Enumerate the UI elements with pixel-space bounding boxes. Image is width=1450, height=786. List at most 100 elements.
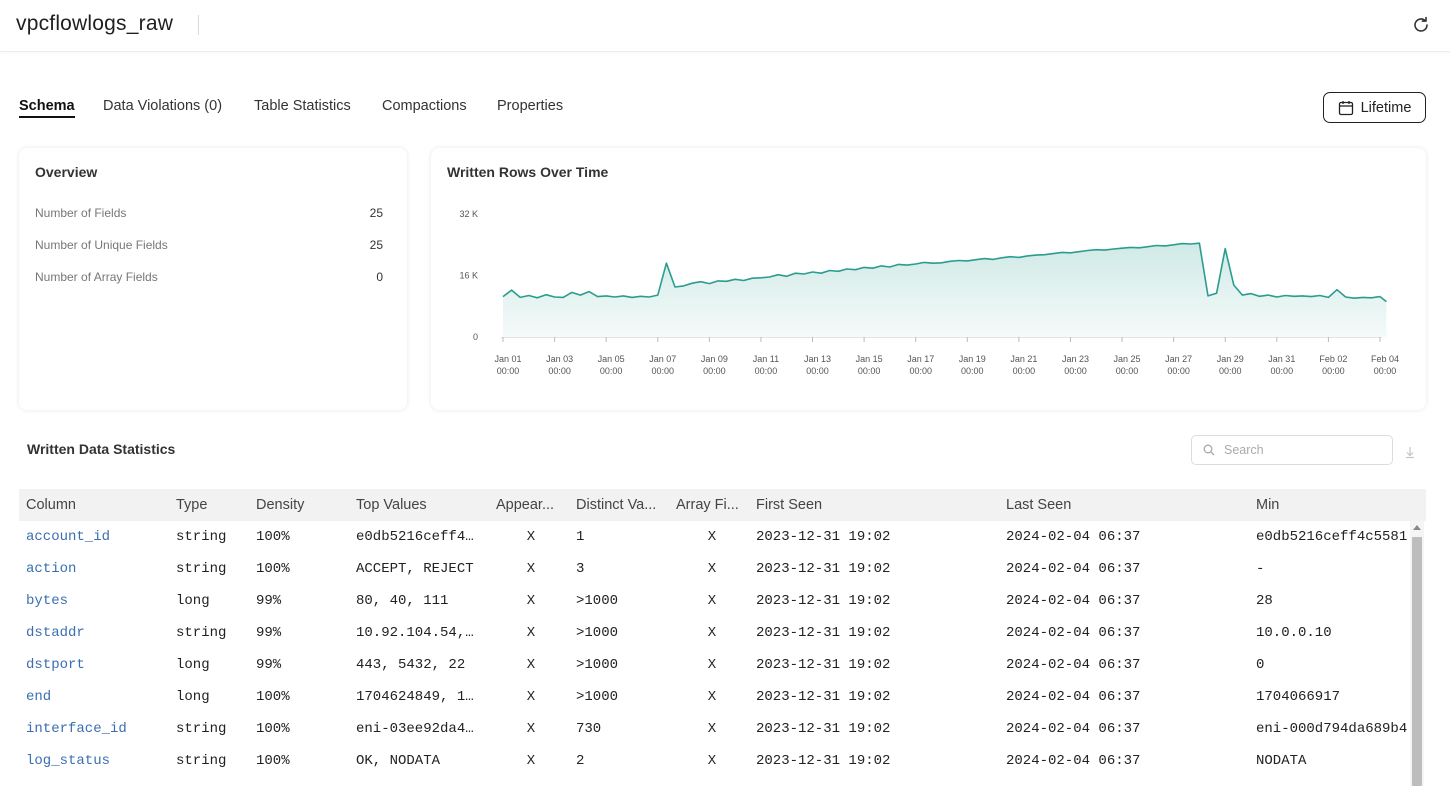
- top-values-cell: OK, NODATA: [356, 753, 441, 769]
- distinct-values-cell: >1000: [576, 657, 619, 673]
- column-name-link[interactable]: action: [26, 561, 166, 577]
- table-row: action string 100% ACCEPT, REJECT X 3 X 2023-12…: [19, 553, 1409, 585]
- x-tick-label: Jan 09: [701, 354, 728, 364]
- last-seen-cell: 2024-02-04 06:37: [1006, 657, 1141, 673]
- distinct-values-cell: >1000: [576, 689, 619, 705]
- x-tick-time-label: 00:00: [909, 366, 932, 376]
- first-seen-cell: 2023-12-31 19:02: [756, 625, 891, 641]
- overview-title: Overview: [35, 164, 98, 180]
- table-row: bytes long 99% 80, 40, 111 X >1000 X 2023-12-31…: [19, 585, 1409, 617]
- density-cell: 99%: [256, 657, 282, 673]
- column-name-link[interactable]: bytes: [26, 593, 166, 609]
- x-tick-time-label: 00:00: [806, 366, 829, 376]
- column-name-link[interactable]: dstaddr: [26, 625, 166, 641]
- y-tick-label: 32 K: [459, 209, 478, 219]
- column-header[interactable]: Distinct Va...: [576, 497, 666, 513]
- series-area: [503, 243, 1387, 337]
- title-divider: [198, 15, 199, 35]
- tab-data-violations[interactable]: Data Violations (0): [103, 98, 222, 114]
- first-seen-cell: 2023-12-31 19:02: [756, 561, 891, 577]
- y-tick-label: 16 K: [459, 271, 478, 281]
- appearance-cell: X: [526, 625, 536, 641]
- x-tick-label: Jan 29: [1217, 354, 1244, 364]
- column-header[interactable]: Type: [176, 497, 246, 513]
- overview-row: Number of Array Fields 0: [35, 270, 383, 284]
- search-icon: [1203, 444, 1215, 456]
- column-name-link[interactable]: account_id: [26, 529, 166, 545]
- last-seen-cell: 2024-02-04 06:37: [1006, 689, 1141, 705]
- x-tick-label: Jan 07: [649, 354, 676, 364]
- array-field-cell: X: [707, 753, 717, 769]
- search-input[interactable]: [1224, 441, 1384, 459]
- stats-title: Written Data Statistics: [27, 441, 176, 457]
- type-cell: string: [176, 625, 227, 641]
- overview-row-value: 25: [369, 206, 383, 220]
- appearance-cell: X: [526, 753, 536, 769]
- column-header[interactable]: Array Fi...: [676, 497, 748, 513]
- x-tick-label: Jan 19: [959, 354, 986, 364]
- appearance-cell: X: [526, 561, 536, 577]
- overview-row: Number of Fields 25: [35, 206, 383, 220]
- time-range-button[interactable]: Lifetime: [1323, 92, 1426, 123]
- x-tick-label: Jan 05: [598, 354, 625, 364]
- column-header[interactable]: Top Values: [356, 497, 486, 513]
- x-tick-label: Jan 01: [494, 354, 521, 364]
- calendar-icon: [1338, 100, 1353, 115]
- column-header[interactable]: Column: [26, 497, 166, 513]
- x-tick-label: Jan 31: [1268, 354, 1295, 364]
- column-name-link[interactable]: log_status: [26, 753, 166, 769]
- x-tick-label: Jan 25: [1114, 354, 1141, 364]
- x-tick-time-label: 00:00: [755, 366, 778, 376]
- stats-table: Column Type Density Top Values Appear...…: [19, 489, 1426, 786]
- last-seen-cell: 2024-02-04 06:37: [1006, 625, 1141, 641]
- column-header[interactable]: Last Seen: [1006, 497, 1236, 513]
- distinct-values-cell: 730: [576, 721, 602, 737]
- overview-card: Overview Number of Fields 25 Number of U…: [19, 148, 407, 410]
- array-field-cell: X: [707, 593, 717, 609]
- scroll-up-icon[interactable]: [1413, 525, 1421, 530]
- min-cell: -: [1256, 561, 1265, 577]
- download-icon[interactable]: [1403, 443, 1417, 459]
- x-tick-label: Jan 13: [804, 354, 831, 364]
- last-seen-cell: 2024-02-04 06:37: [1006, 529, 1141, 545]
- first-seen-cell: 2023-12-31 19:02: [756, 689, 891, 705]
- x-tick-label: Jan 27: [1165, 354, 1192, 364]
- tab-table-statistics[interactable]: Table Statistics: [254, 98, 351, 114]
- column-header[interactable]: First Seen: [756, 497, 986, 513]
- x-tick-label: Jan 11: [753, 354, 779, 364]
- top-values-cell: 443, 5432, 22: [356, 657, 466, 673]
- refresh-icon[interactable]: [1410, 14, 1432, 36]
- column-name-link[interactable]: dstport: [26, 657, 166, 673]
- density-cell: 100%: [256, 561, 290, 577]
- column-name-link[interactable]: end: [26, 689, 166, 705]
- scrollbar-thumb[interactable]: [1412, 537, 1422, 786]
- array-field-cell: X: [707, 721, 717, 737]
- first-seen-cell: 2023-12-31 19:02: [756, 593, 891, 609]
- column-header[interactable]: Appear...: [496, 497, 566, 513]
- tab-properties[interactable]: Properties: [497, 98, 563, 114]
- x-tick-time-label: 00:00: [1116, 366, 1139, 376]
- x-tick-time-label: 00:00: [1167, 366, 1190, 376]
- written-rows-chart: 0 16 K 32 K Jan 01 00:00 Jan 03 00:00 Jan 05 00:…: [459, 209, 1399, 376]
- array-field-cell: X: [707, 657, 717, 673]
- x-tick-label: Jan 23: [1062, 354, 1089, 364]
- min-cell: e0db5216ceff4c5581: [1256, 529, 1408, 545]
- x-tick-time-label: 00:00: [548, 366, 571, 376]
- density-cell: 100%: [256, 529, 290, 545]
- column-name-link[interactable]: interface_id: [26, 721, 166, 737]
- column-header[interactable]: Density: [256, 497, 346, 513]
- x-tick-label: Jan 21: [1010, 354, 1037, 364]
- tab-schema[interactable]: Schema: [19, 98, 75, 118]
- distinct-values-cell: 2: [576, 753, 585, 769]
- x-tick-time-label: 00:00: [1013, 366, 1036, 376]
- top-values-cell: eni-03ee92da4b0e31: [356, 721, 478, 737]
- overview-row-label: Number of Unique Fields: [35, 238, 168, 252]
- x-tick-time-label: 00:00: [858, 366, 881, 376]
- table-scrollbar[interactable]: [1410, 521, 1424, 786]
- tab-compactions[interactable]: Compactions: [382, 98, 467, 114]
- appearance-cell: X: [526, 689, 536, 705]
- table-header: Column Type Density Top Values Appear...…: [19, 489, 1426, 521]
- density-cell: 99%: [256, 625, 282, 641]
- column-header[interactable]: Min: [1256, 497, 1406, 513]
- search-box[interactable]: [1191, 435, 1393, 465]
